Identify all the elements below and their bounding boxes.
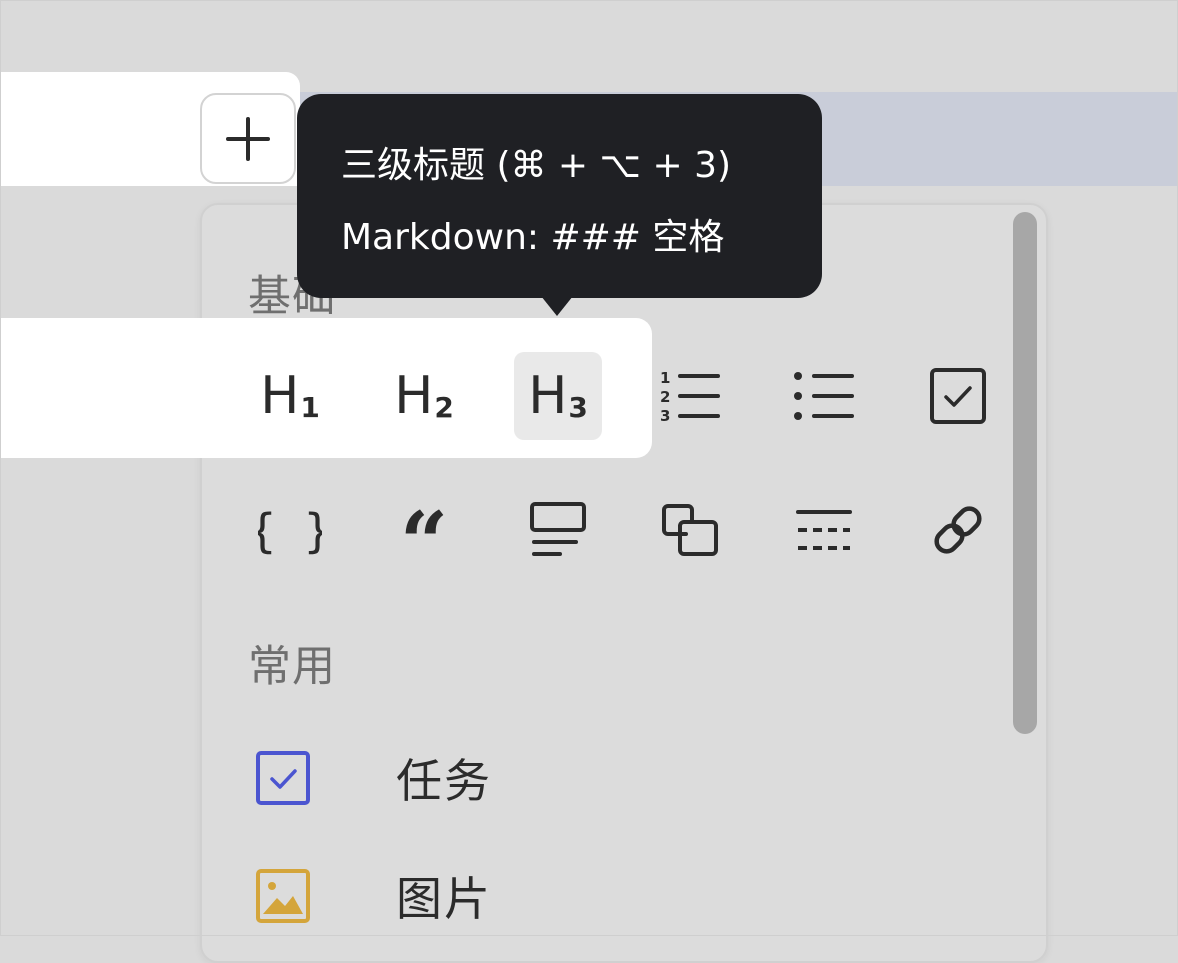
svg-text:2: 2 — [660, 388, 670, 406]
link-icon — [934, 506, 982, 554]
sync-block-icon — [662, 504, 718, 556]
shortcut-tooltip: 三级标题 (⌘ + ⌥ + 3) Markdown: ### 空格 — [297, 94, 822, 316]
checkbox-icon — [930, 368, 986, 424]
quote-button[interactable]: “ — [380, 486, 468, 574]
ordered-list-icon: 1 2 3 — [660, 369, 720, 425]
menu-scrollbar-thumb[interactable] — [1013, 212, 1037, 734]
section-title-common: 常用 — [248, 642, 336, 692]
svg-text:3: 3 — [660, 407, 670, 425]
heading-1-icon: H1 — [260, 366, 320, 426]
menu-item-task-label: 任务 — [396, 754, 492, 808]
divider-icon — [796, 510, 852, 550]
callout-button[interactable] — [514, 486, 602, 574]
svg-text:1: 1 — [660, 369, 670, 387]
bullet-list-button[interactable] — [780, 352, 868, 440]
heading-2-icon: H2 — [394, 366, 454, 426]
plus-icon — [226, 116, 270, 161]
code-block-button[interactable]: { } — [246, 486, 334, 574]
heading-2-button[interactable]: H2 — [380, 352, 468, 440]
sync-block-button[interactable] — [646, 486, 734, 574]
heading-3-button[interactable]: H3 — [514, 352, 602, 440]
callout-icon — [530, 502, 586, 556]
menu-item-image[interactable]: 图片 — [248, 856, 1028, 936]
link-button[interactable] — [914, 486, 1002, 574]
tooltip-markdown-text: Markdown: ### 空格 — [341, 217, 725, 258]
menu-item-image-label: 图片 — [396, 872, 492, 926]
quote-icon: “ — [400, 500, 448, 560]
ordered-list-button[interactable]: 1 2 3 — [646, 352, 734, 440]
task-checkbox-icon — [248, 743, 318, 813]
heading-1-button[interactable]: H1 — [246, 352, 334, 440]
svg-text:{ }: { } — [258, 504, 322, 558]
code-block-icon: { } — [258, 504, 322, 558]
heading-3-icon: H3 — [528, 366, 588, 426]
svg-text:“: “ — [400, 500, 448, 560]
add-block-button[interactable] — [200, 93, 296, 184]
bullet-list-icon — [794, 372, 854, 420]
image-icon — [248, 861, 318, 931]
menu-item-task[interactable]: 任务 — [248, 738, 1028, 818]
checkbox-button[interactable] — [914, 352, 1002, 440]
tooltip-shortcut-text: 三级标题 (⌘ + ⌥ + 3) — [341, 145, 732, 186]
divider-button[interactable] — [780, 486, 868, 574]
